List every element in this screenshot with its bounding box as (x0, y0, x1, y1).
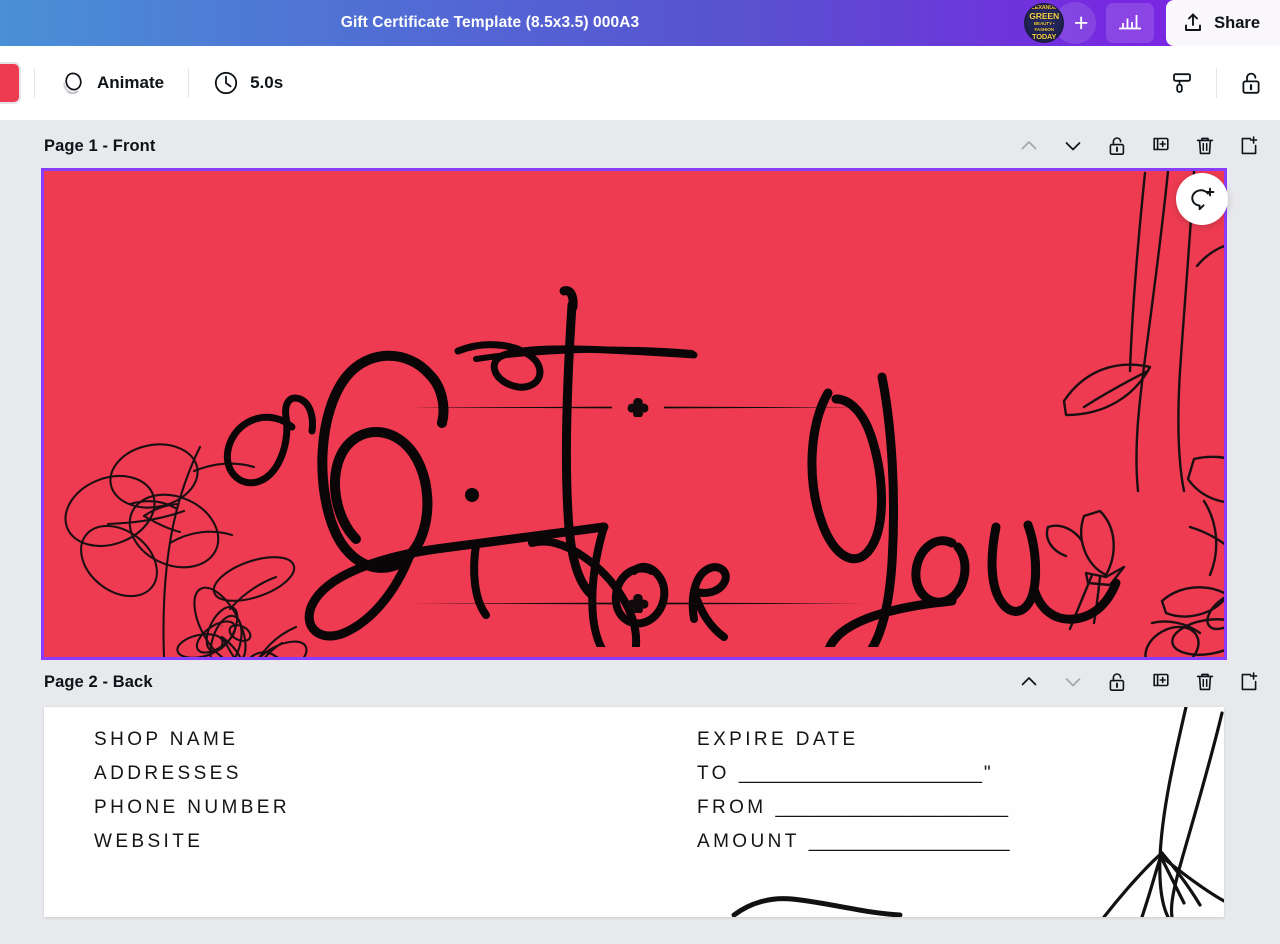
page-2-lock-button[interactable] (1096, 662, 1138, 702)
page-1-add-page-button[interactable] (1228, 126, 1270, 166)
certificate-fields-block: EXPIRE DATE TO _______________________ "… (697, 729, 1010, 853)
from-label: FROM (697, 797, 767, 818)
element-toolbar: Animate 5.0s (0, 46, 1280, 121)
toolbar-divider-2 (188, 68, 190, 98)
toolbar-divider-1 (34, 68, 35, 98)
amount-rule: ___________________ (808, 831, 1010, 852)
page-1-move-down-button[interactable] (1052, 126, 1094, 166)
avatar-line-2: GREEN (1029, 11, 1060, 21)
add-comment-icon (1191, 187, 1215, 211)
page-2-add-page-button[interactable] (1228, 662, 1270, 702)
expire-date-label: EXPIRE DATE (697, 729, 859, 750)
duration-button[interactable]: 5.0s (202, 62, 294, 104)
chevron-down-icon (1065, 678, 1081, 687)
page-1-duplicate-button[interactable] (1140, 126, 1182, 166)
plus-icon: + (1073, 8, 1089, 37)
page-1-header: Page 1 - Front (0, 121, 1280, 171)
trash-icon (1196, 137, 1214, 155)
avatar-line-3: BEAUTY • FASHION (1033, 21, 1055, 32)
toolbar-right-actions (1161, 62, 1280, 104)
ornamental-divider (412, 594, 864, 614)
page-2-label: Page 2 - Back (44, 672, 153, 691)
website-line: WEBSITE (94, 831, 204, 852)
page-2-delete-button[interactable] (1184, 662, 1226, 702)
shop-details-block: SHOP NAME ADDRESSES PHONE NUMBER WEBSITE (94, 729, 290, 853)
avatar-image: ALEXANDER GREEN BEAUTY • FASHION TODAY (1025, 4, 1063, 42)
avatar-line-4: TODAY (1031, 31, 1057, 41)
page-2-move-up-button[interactable] (1008, 662, 1050, 702)
copy-style-button[interactable] (1161, 62, 1203, 104)
unlocked-padlock-icon (1242, 72, 1260, 94)
amount-field-line: AMOUNT ___________________ (697, 831, 1010, 853)
duration-label: 5.0s (250, 73, 284, 92)
duplicate-page-icon (1153, 673, 1169, 687)
page-2-header: Page 2 - Back (0, 657, 1280, 707)
from-field-line: FROM ______________________ (697, 797, 1010, 819)
lock-button[interactable] (1230, 62, 1272, 104)
add-page-icon (1241, 672, 1258, 691)
ornamental-divider (412, 398, 864, 418)
to-field-line: TO _______________________ " (697, 763, 1010, 785)
animate-button[interactable]: Animate (48, 62, 175, 105)
toolbar-divider-3 (1216, 68, 1217, 98)
clock-icon (214, 71, 238, 95)
page-block-1: Page 1 - Front (0, 121, 1280, 660)
divider-bottom (44, 593, 1224, 618)
paint-roller-icon (1173, 73, 1191, 93)
from-rule: ______________________ (775, 797, 1009, 818)
trash-icon (1196, 673, 1214, 691)
share-label: Share (1214, 13, 1260, 32)
page-2-tools (1008, 662, 1270, 702)
page-block-2: Page 2 - Back SHOP NAME ADDRESSES PHONE … (0, 657, 1280, 917)
topbar-actions: + ALEXANDER GREEN BEAUTY • FASHION TODAY (1024, 0, 1280, 46)
expire-date-line: EXPIRE DATE (697, 729, 1010, 751)
to-suffix: " (983, 763, 991, 784)
color-swatch-button[interactable] (0, 62, 21, 104)
page-1-tools (1008, 126, 1270, 166)
chevron-up-icon (1021, 141, 1037, 150)
to-label: TO (697, 763, 730, 784)
amount-label: AMOUNT (697, 831, 800, 852)
page-1-canvas[interactable] (41, 168, 1227, 660)
chevron-down-icon (1065, 142, 1081, 151)
avatar[interactable]: ALEXANDER GREEN BEAUTY • FASHION TODAY (1024, 3, 1065, 43)
chevron-up-icon (1021, 677, 1037, 686)
page-2-canvas[interactable]: SHOP NAME ADDRESSES PHONE NUMBER WEBSITE… (44, 707, 1224, 917)
page-2-canvas-wrap: SHOP NAME ADDRESSES PHONE NUMBER WEBSITE… (44, 707, 1224, 917)
phone-number-line: PHONE NUMBER (94, 797, 290, 818)
animate-icon (63, 72, 82, 94)
unlocked-padlock-icon (1109, 137, 1125, 156)
duplicate-page-icon (1153, 137, 1169, 151)
addresses-line: ADDRESSES (94, 763, 242, 784)
page-1-move-up-button[interactable] (1008, 126, 1050, 166)
top-bar: Gift Certificate Template (8.5x3.5) 000A… (0, 0, 1280, 46)
page-1-label: Page 1 - Front (44, 136, 156, 155)
share-button[interactable]: Share (1166, 0, 1280, 46)
to-rule: _______________________ (738, 763, 982, 784)
shop-name-line: SHOP NAME (94, 729, 239, 750)
bar-chart-icon (1119, 15, 1142, 30)
page-2-move-down-button[interactable] (1052, 662, 1094, 702)
page-2-duplicate-button[interactable] (1140, 662, 1182, 702)
page-1-delete-button[interactable] (1184, 126, 1226, 166)
page-1-canvas-wrap (41, 168, 1228, 660)
page-1-lock-button[interactable] (1096, 126, 1138, 166)
add-comment-button[interactable] (1176, 173, 1228, 225)
add-page-icon (1241, 136, 1258, 155)
share-upload-icon (1185, 13, 1202, 31)
analytics-button[interactable] (1106, 3, 1155, 43)
unlocked-padlock-icon (1109, 673, 1125, 692)
animate-label: Animate (97, 73, 165, 92)
editor-workspace[interactable]: Page 1 - Front Page 2 - Back SHOP NAME A… (0, 121, 1280, 944)
divider-top (44, 397, 1224, 422)
